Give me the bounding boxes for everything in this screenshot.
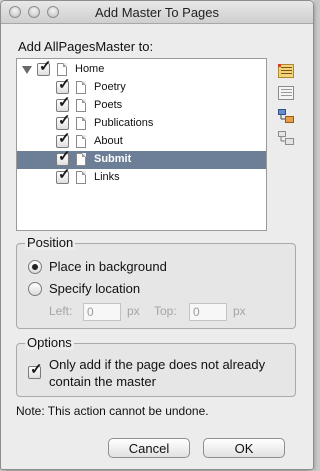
checkbox-home[interactable]: ✓ bbox=[37, 59, 52, 76]
checkmark-icon: ✓ bbox=[39, 58, 52, 75]
checkbox-publications[interactable]: ✓ bbox=[56, 113, 71, 130]
page-icon bbox=[76, 135, 86, 148]
checkmark-icon: ✓ bbox=[30, 361, 43, 378]
tree-row-label: Poets bbox=[94, 99, 123, 111]
page-icon bbox=[76, 117, 86, 130]
tree-row-label: Links bbox=[94, 171, 120, 183]
page-icon bbox=[76, 81, 86, 94]
only-add-label-line2[interactable]: contain the master bbox=[49, 374, 156, 389]
tree-row-label: Publications bbox=[94, 117, 154, 129]
tree-row-label: Submit bbox=[94, 153, 132, 165]
tree-row-label: About bbox=[94, 135, 123, 147]
only-add-checkbox[interactable]: ✓ bbox=[28, 362, 43, 379]
place-in-background-label[interactable]: Place in background bbox=[49, 259, 167, 274]
tree-row-links[interactable]: ✓ Links bbox=[17, 167, 266, 187]
page-tree[interactable]: ✓ Home ✓ Poetry ✓ Poets ✓ Publications ✓… bbox=[16, 58, 267, 231]
title-bar[interactable]: Add Master To Pages bbox=[1, 1, 313, 24]
only-add-label-line1[interactable]: Only add if the page does not already bbox=[49, 357, 265, 372]
checkmark-icon: ✓ bbox=[58, 76, 71, 93]
checkmark-icon: ✓ bbox=[58, 130, 71, 147]
dialog-window: Add Master To Pages Add AllPagesMaster t… bbox=[0, 0, 314, 470]
tree-row-label: Home bbox=[75, 63, 105, 75]
tree-row-publications[interactable]: ✓ Publications bbox=[17, 113, 266, 133]
checkmark-icon: ✓ bbox=[58, 148, 71, 165]
checkmark-icon: ✓ bbox=[58, 166, 71, 183]
left-input[interactable] bbox=[83, 303, 121, 321]
tree-row-submit[interactable]: ✓ Submit bbox=[17, 149, 266, 169]
check-all-icon[interactable] bbox=[278, 64, 294, 78]
uncheck-children-icon[interactable] bbox=[278, 131, 294, 145]
tree-row-poets[interactable]: ✓ Poets bbox=[17, 95, 266, 115]
cancel-button[interactable]: Cancel bbox=[108, 438, 190, 458]
left-label: Left: bbox=[49, 304, 73, 318]
ok-button[interactable]: OK bbox=[203, 438, 285, 458]
tree-heading: Add AllPagesMaster to: bbox=[18, 39, 154, 54]
checkmark-icon: ✓ bbox=[58, 94, 71, 111]
checkbox-poetry[interactable]: ✓ bbox=[56, 77, 71, 94]
left-unit-label: px bbox=[127, 304, 140, 318]
checkbox-submit[interactable]: ✓ bbox=[56, 149, 71, 166]
page-icon bbox=[57, 63, 67, 76]
tree-row-home[interactable]: ✓ Home bbox=[17, 59, 266, 79]
page-icon bbox=[76, 171, 86, 184]
radio-selected-dot bbox=[32, 264, 38, 270]
tree-row-about[interactable]: ✓ About bbox=[17, 131, 266, 151]
top-input[interactable] bbox=[189, 303, 227, 321]
position-group-title: Position bbox=[25, 235, 76, 250]
top-label: Top: bbox=[154, 304, 177, 318]
page-icon bbox=[76, 99, 86, 112]
specify-location-label[interactable]: Specify location bbox=[49, 281, 140, 296]
disclosure-triangle-icon[interactable] bbox=[22, 66, 32, 74]
uncheck-all-icon[interactable] bbox=[278, 86, 294, 100]
options-group-title: Options bbox=[25, 335, 74, 350]
specify-location-radio[interactable] bbox=[28, 282, 42, 296]
checkbox-about[interactable]: ✓ bbox=[56, 131, 71, 148]
checkmark-icon: ✓ bbox=[58, 112, 71, 129]
checkbox-links[interactable]: ✓ bbox=[56, 167, 71, 184]
window-title: Add Master To Pages bbox=[94, 5, 220, 20]
place-in-background-radio[interactable] bbox=[28, 260, 42, 274]
undo-warning-note: Note: This action cannot be undone. bbox=[16, 404, 209, 418]
tree-row-poetry[interactable]: ✓ Poetry bbox=[17, 77, 266, 97]
top-unit-label: px bbox=[233, 304, 246, 318]
page-icon bbox=[76, 153, 86, 166]
check-children-icon[interactable] bbox=[278, 109, 294, 123]
checkbox-poets[interactable]: ✓ bbox=[56, 95, 71, 112]
tree-row-label: Poetry bbox=[94, 81, 126, 93]
